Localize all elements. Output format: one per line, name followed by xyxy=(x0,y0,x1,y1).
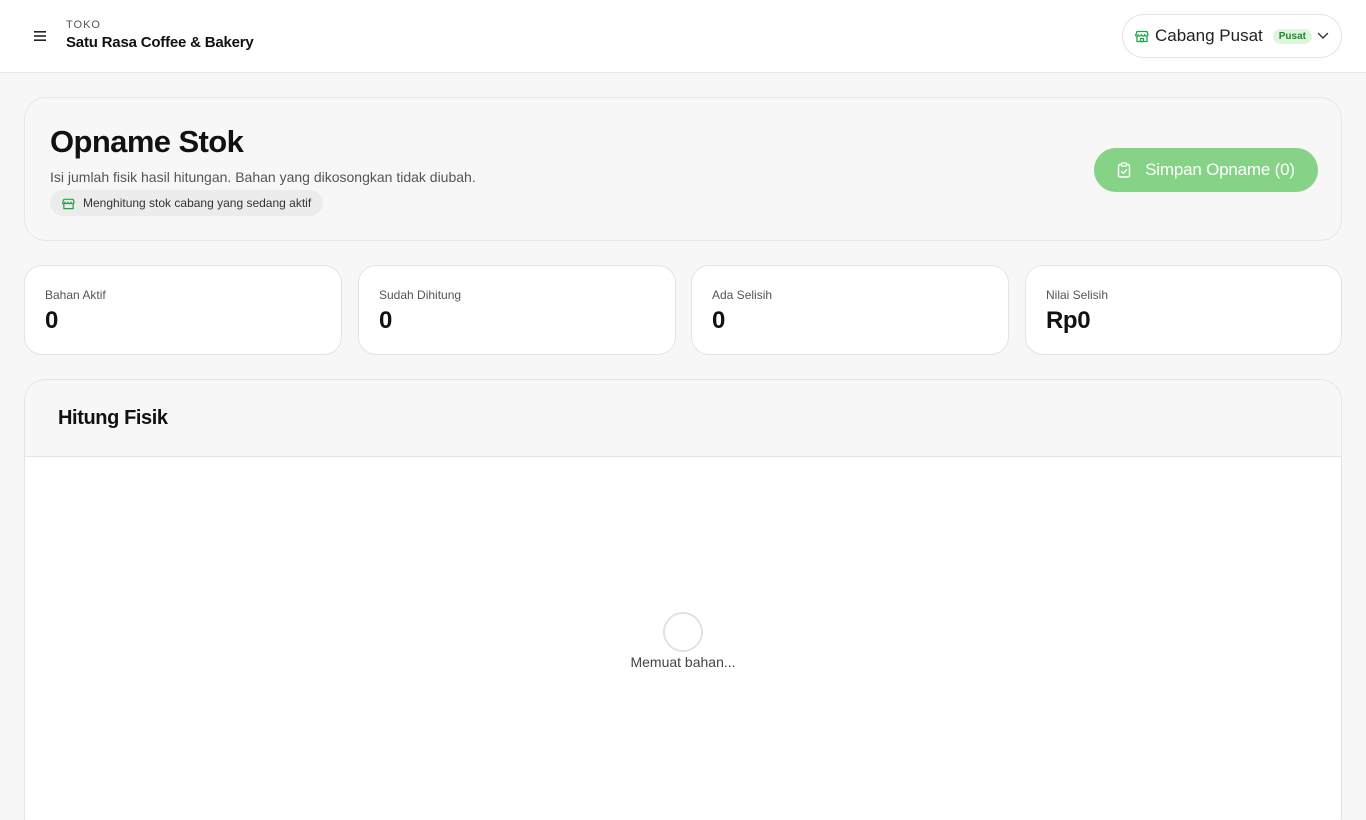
branch-badge: Pusat xyxy=(1272,28,1312,44)
opname-header-card: Opname Stok Isi jumlah fisik hasil hitun… xyxy=(24,97,1342,241)
stat-label: Sudah Dihitung xyxy=(379,288,462,302)
loading-text: Memuat bahan... xyxy=(630,654,736,670)
page-subtitle: Isi jumlah fisik hasil hitungan. Bahan y… xyxy=(50,169,476,185)
top-bar: TOKO Satu Rasa Coffee & Bakery Cabang Pu… xyxy=(0,0,1366,73)
loading-spinner-icon xyxy=(663,612,703,652)
page-title: Opname Stok xyxy=(50,124,244,159)
stat-card-counted: Sudah Dihitung 0 xyxy=(358,265,676,355)
chevron-down-icon xyxy=(1317,32,1329,40)
store-label: TOKO xyxy=(66,19,101,31)
stat-value: 0 xyxy=(379,307,392,334)
stat-card-discrepancy: Ada Selisih 0 xyxy=(691,265,1009,355)
save-button-label: Simpan Opname (0) xyxy=(1145,160,1295,179)
branch-selector[interactable]: Cabang Pusat Pusat xyxy=(1122,14,1342,58)
stat-value: Rp0 xyxy=(1046,307,1091,334)
stat-label: Bahan Aktif xyxy=(45,288,106,302)
stat-label: Nilai Selisih xyxy=(1046,288,1109,302)
chip-text: Menghitung stok cabang yang sedang aktif xyxy=(83,196,312,210)
menu-button[interactable] xyxy=(28,24,52,48)
hamburger-menu-icon xyxy=(34,31,46,41)
stat-value: 0 xyxy=(45,307,58,334)
store-info: TOKO Satu Rasa Coffee & Bakery xyxy=(66,19,254,54)
stat-value: 0 xyxy=(712,307,725,334)
store-name: Satu Rasa Coffee & Bakery xyxy=(66,34,254,51)
branch-name: Cabang Pusat xyxy=(1155,26,1263,45)
store-icon xyxy=(62,198,75,209)
active-branch-chip: Menghitung stok cabang yang sedang aktif xyxy=(50,190,324,216)
stat-card-active-materials: Bahan Aktif 0 xyxy=(24,265,342,355)
section-title: Hitung Fisik xyxy=(58,407,168,429)
physical-count-header: Hitung Fisik xyxy=(25,380,1341,457)
save-opname-button[interactable]: Simpan Opname (0) xyxy=(1094,148,1318,192)
store-icon xyxy=(1135,30,1149,43)
physical-count-card: Hitung Fisik Memuat bahan... xyxy=(24,379,1342,820)
stat-label: Ada Selisih xyxy=(712,288,773,302)
stat-card-discrepancy-value: Nilai Selisih Rp0 xyxy=(1025,265,1342,355)
clipboard-icon xyxy=(1117,162,1131,178)
